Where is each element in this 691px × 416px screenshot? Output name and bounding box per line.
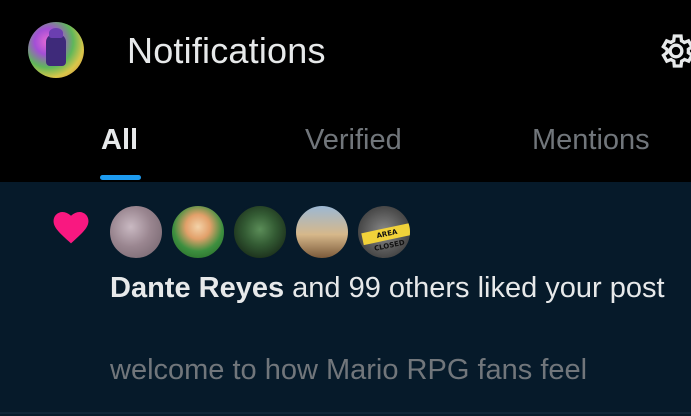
profile-avatar[interactable] bbox=[28, 22, 84, 78]
notification-text: Dante Reyes and 99 others liked your pos… bbox=[110, 268, 670, 309]
caution-tape: AREA CLOSED bbox=[361, 222, 410, 253]
liker-avatar[interactable] bbox=[294, 204, 350, 260]
notification-item[interactable]: AREA CLOSED Dante Reyes and 99 others li… bbox=[0, 182, 691, 416]
actor-name[interactable]: Dante Reyes bbox=[110, 272, 284, 304]
liker-avatar[interactable] bbox=[170, 204, 226, 260]
liker-avatar[interactable] bbox=[232, 204, 288, 260]
active-tab-indicator bbox=[100, 175, 141, 180]
page-title: Notifications bbox=[127, 30, 326, 71]
notification-tabs: All Verified Mentions bbox=[0, 118, 691, 182]
avatar-figure bbox=[46, 28, 66, 66]
top-header: Notifications All Verified Mentions bbox=[0, 0, 691, 182]
notification-message: and 99 others liked your post bbox=[284, 272, 665, 304]
gear-icon[interactable] bbox=[656, 31, 691, 71]
tab-mentions[interactable]: Mentions bbox=[532, 124, 650, 157]
divider bbox=[0, 412, 691, 414]
liker-avatar[interactable]: AREA CLOSED bbox=[356, 204, 412, 260]
post-snippet[interactable]: welcome to how Mario RPG fans feel bbox=[110, 354, 587, 387]
tab-all[interactable]: All bbox=[101, 124, 138, 157]
tab-verified[interactable]: Verified bbox=[305, 124, 402, 157]
liker-avatar[interactable] bbox=[108, 204, 164, 260]
heart-icon bbox=[53, 212, 89, 244]
